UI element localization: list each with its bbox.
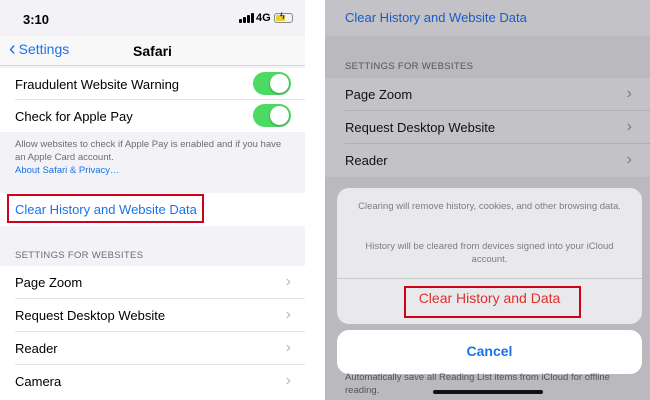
fraudulent-warning-toggle[interactable] <box>253 72 291 95</box>
home-indicator <box>433 390 543 394</box>
status-bar: 3:10 4G ϟ <box>0 0 305 36</box>
chevron-right-icon: › <box>626 118 632 135</box>
chevron-right-icon: › <box>285 372 291 389</box>
page-zoom-row[interactable]: Page Zoom › <box>325 78 650 111</box>
row-label: Request Desktop Website <box>15 308 166 323</box>
section-header: SETTINGS FOR WEBSITES <box>345 61 474 72</box>
highlight-box <box>7 194 204 223</box>
row-label: Camera <box>15 374 62 389</box>
chevron-right-icon: › <box>626 151 632 168</box>
highlight-box <box>404 286 581 318</box>
chevron-right-icon: › <box>285 273 291 290</box>
left-screenshot: 3:10 4G ϟ ‹ Settings Safari Fraudulent W… <box>0 0 305 400</box>
navigation-bar: ‹ Settings Safari <box>0 36 305 66</box>
right-screenshot: Clear History and Website Data SETTINGS … <box>325 0 650 400</box>
about-safari-privacy-link[interactable]: About Safari & Privacy… <box>15 164 291 177</box>
row-label: Request Desktop Website <box>345 120 496 135</box>
chevron-right-icon: › <box>626 85 632 102</box>
row-label: Reader <box>345 153 388 168</box>
clear-history-link[interactable]: Clear History and Website Data <box>345 10 527 25</box>
request-desktop-row[interactable]: Request Desktop Website › <box>325 111 650 144</box>
reader-row[interactable]: Reader › <box>325 144 650 177</box>
apple-pay-row: Check for Apple Pay <box>0 100 305 132</box>
cancel-button-label: Cancel <box>466 343 513 359</box>
page-zoom-row[interactable]: Page Zoom › <box>0 266 305 299</box>
camera-row[interactable]: Camera › <box>0 365 305 400</box>
fraudulent-warning-row: Fraudulent Website Warning <box>0 68 305 100</box>
row-label: Reader <box>15 341 58 356</box>
status-time: 3:10 <box>23 12 50 27</box>
row-label: Page Zoom <box>15 275 83 290</box>
cancel-button[interactable]: Cancel <box>337 330 642 374</box>
row-label: Page Zoom <box>345 87 413 102</box>
chevron-right-icon: › <box>285 339 291 356</box>
sheet-message: History will be cleared from devices sig… <box>365 241 614 265</box>
row-label: Check for Apple Pay <box>15 109 133 124</box>
reader-row[interactable]: Reader › <box>0 332 305 365</box>
cellular-signal-icon <box>239 13 254 23</box>
chevron-right-icon: › <box>285 306 291 323</box>
clear-history-row[interactable]: Clear History and Website Data <box>325 0 650 36</box>
row-label: Fraudulent Website Warning <box>15 77 180 92</box>
apple-pay-footnote: Allow websites to check if Apple Pay is … <box>15 138 291 177</box>
sheet-message: Clearing will remove history, cookies, a… <box>358 201 621 212</box>
apple-pay-toggle[interactable] <box>253 104 291 127</box>
page-title: Safari <box>133 43 172 59</box>
footnote-text: Allow websites to check if Apple Pay is … <box>15 139 282 163</box>
network-type: 4G <box>256 12 271 24</box>
section-header: SETTINGS FOR WEBSITES <box>15 250 144 261</box>
request-desktop-row[interactable]: Request Desktop Website › <box>0 299 305 332</box>
battery-icon: ϟ <box>274 11 293 23</box>
